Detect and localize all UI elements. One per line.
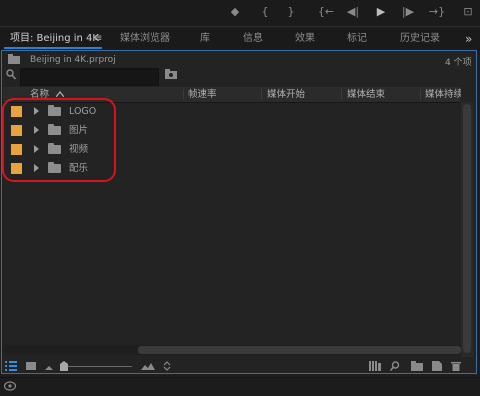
sort-icons-icon[interactable] <box>163 361 171 371</box>
column-frame-rate[interactable]: 帧速率 <box>188 87 217 102</box>
sync-settings-icon[interactable] <box>4 381 16 391</box>
list-view-icon[interactable] <box>5 361 17 371</box>
status-bar <box>0 377 480 396</box>
item-count: 4 个项 <box>445 58 472 68</box>
panel-bottom-toolbar <box>2 357 476 373</box>
find-icon[interactable] <box>390 361 400 371</box>
clear-trash-icon[interactable] <box>451 361 461 371</box>
new-item-icon[interactable] <box>432 361 442 371</box>
column-divider[interactable] <box>183 89 184 100</box>
column-media-start[interactable]: 媒体开始 <box>267 87 305 102</box>
out-point-icon[interactable]: } <box>285 5 297 19</box>
transport-bar: ◆ { } {← ◀| ▶ |▶ →} ⊡ <box>0 0 480 27</box>
in-point-icon[interactable]: { <box>259 5 271 19</box>
column-divider[interactable] <box>420 89 421 100</box>
sort-ascending-icon[interactable] <box>56 91 64 97</box>
search-input[interactable] <box>20 68 159 86</box>
tab-overflow-icon[interactable]: » <box>465 28 472 50</box>
zoom-slider-track[interactable] <box>60 366 132 367</box>
red-highlight-annotation <box>2 98 116 182</box>
play-icon[interactable]: ▶ <box>374 5 388 19</box>
tab-effects[interactable]: 效果 <box>295 28 315 50</box>
active-tab-indicator <box>4 47 102 49</box>
go-to-out-icon[interactable]: →} <box>428 5 446 19</box>
new-bin-icon[interactable] <box>411 361 423 371</box>
step-forward-icon[interactable]: |▶ <box>400 5 416 19</box>
column-media-duration[interactable]: 媒体持续时间 <box>425 87 461 102</box>
column-media-end[interactable]: 媒体结束 <box>347 87 385 102</box>
zoom-slider-handle[interactable] <box>60 361 68 371</box>
project-file-name: Beijing in 4K.prproj <box>30 55 116 65</box>
tab-libraries[interactable]: 库 <box>200 28 210 50</box>
zoom-in-icon[interactable] <box>141 361 155 371</box>
zoom-out-icon[interactable] <box>45 361 53 371</box>
step-back-icon[interactable]: ◀| <box>345 5 361 19</box>
search-icon <box>6 69 16 80</box>
vertical-scrollbar-thumb[interactable] <box>463 104 471 353</box>
icon-view-icon[interactable] <box>26 361 36 371</box>
horizontal-scrollbar-thumb[interactable] <box>138 346 461 354</box>
marker-icon[interactable]: ◆ <box>228 5 242 19</box>
tab-history[interactable]: 历史记录 <box>400 28 440 50</box>
go-to-in-icon[interactable]: {← <box>317 5 335 19</box>
tab-info[interactable]: 信息 <box>243 28 263 50</box>
export-frame-icon[interactable]: ⊡ <box>460 5 476 19</box>
project-bin-icon <box>8 54 20 64</box>
tab-markers[interactable]: 标记 <box>347 28 367 50</box>
column-divider[interactable] <box>341 89 342 100</box>
column-divider[interactable] <box>261 89 262 100</box>
new-search-bin-icon[interactable] <box>165 69 177 79</box>
automate-to-sequence-icon[interactable] <box>369 361 381 371</box>
tab-media-browser[interactable]: 媒体浏览器 <box>120 28 170 50</box>
